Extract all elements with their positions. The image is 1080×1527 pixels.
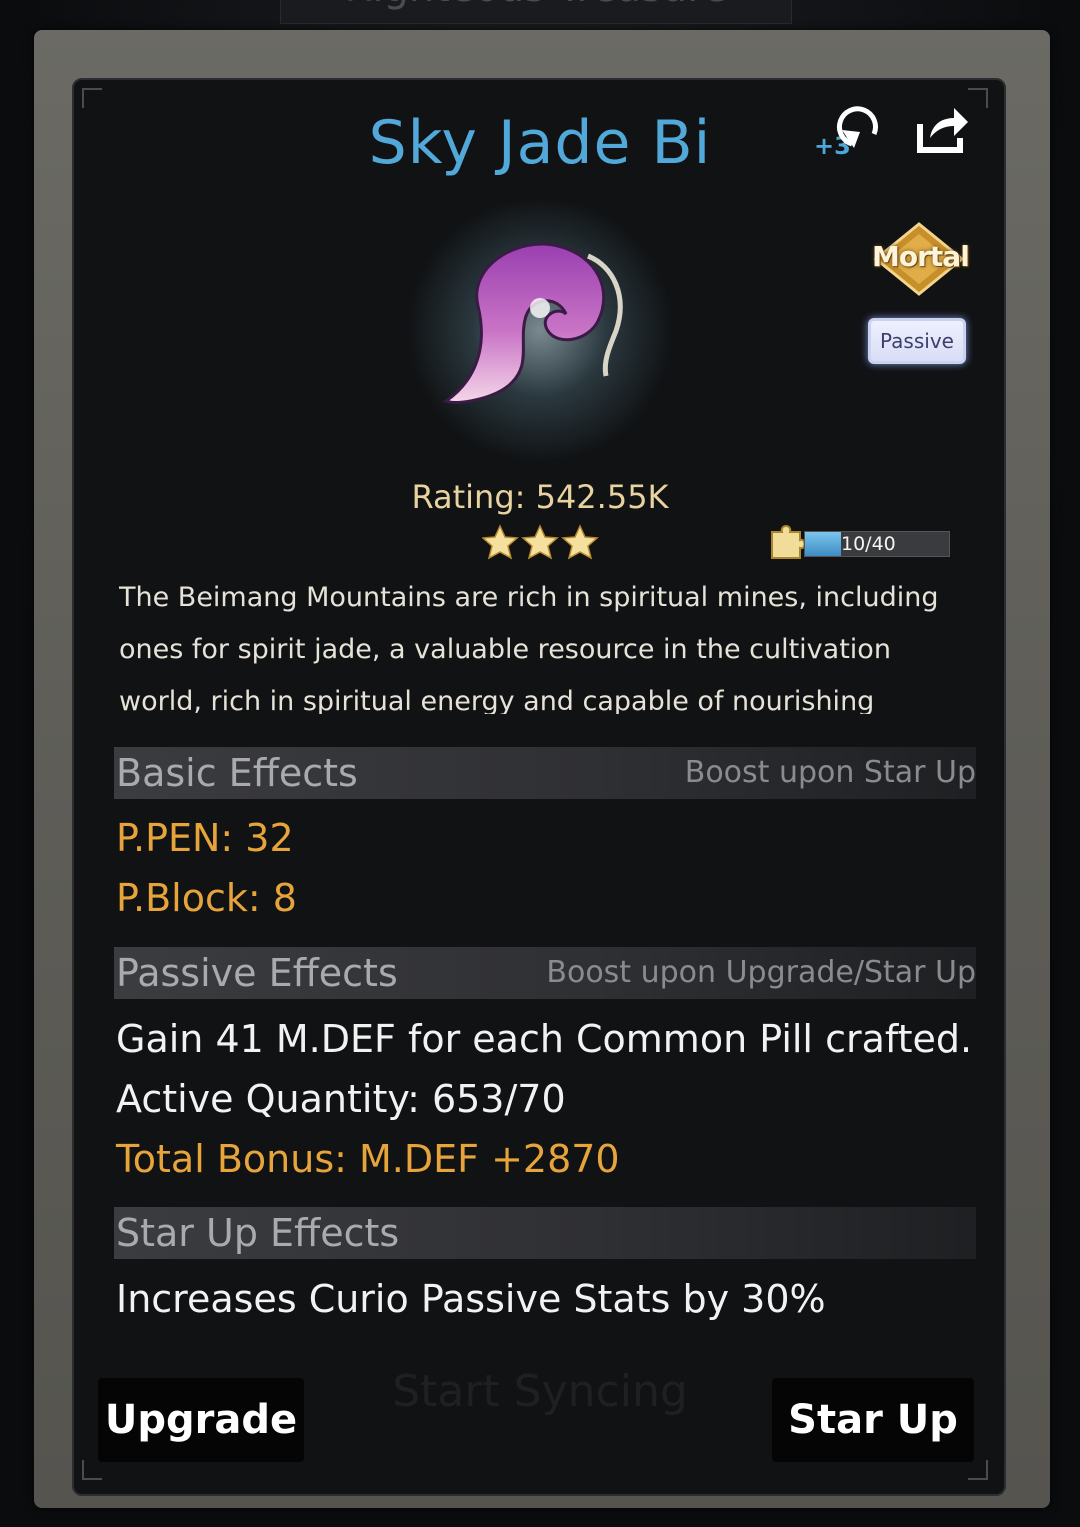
star-rating [482,524,599,560]
jade-curio-image [442,242,623,405]
star-icon [561,524,599,560]
item-description: The Beimang Mountains are rich in spirit… [119,582,939,714]
star-icon [482,524,519,560]
background-title: Righteous Treasure [281,0,791,11]
basic-effects-note: Boost upon Star Up [684,755,976,790]
corner-ornament [82,88,102,108]
star-up-effects-header: Star Up Effects [114,1207,976,1259]
rank-label: Mortal [872,240,970,273]
rating-value: Rating: 542.55K [411,478,669,516]
puzzle-piece-icon [771,525,806,559]
item-name: Sky Jade Bi [368,108,712,178]
stat-p-block: P.Block: 8 [116,876,297,920]
star-icon [521,524,559,560]
fragment-progress-bar: 10/40 [804,531,950,557]
stat-p-pen: P.PEN: 32 [116,816,294,860]
share-icon[interactable] [914,104,970,156]
total-bonus: Total Bonus: M.DEF +2870 [116,1137,620,1181]
active-quantity: Active Quantity: 653/70 [116,1077,566,1121]
cycle-label: +3 [814,132,851,160]
corner-ornament [968,88,988,108]
passive-effects-title: Passive Effects [116,951,398,995]
corner-ornament [968,1460,988,1480]
passive-tag: Passive [868,318,966,364]
fragment-progress-fill [805,532,841,556]
passive-effect-text: Gain 41 M.DEF for each Common Pill craft… [116,1017,973,1061]
basic-effects-header: Basic Effects Boost upon Star Up [114,747,976,799]
star-up-effects-title: Star Up Effects [116,1211,400,1255]
passive-effects-note: Boost upon Upgrade/Star Up [546,955,976,990]
background-header: Righteous Treasure [280,0,792,24]
start-syncing-ghost-label: Start Syncing [392,1366,688,1417]
upgrade-button[interactable]: Upgrade [98,1378,304,1462]
rank-badge: Mortal [872,222,970,296]
passive-effects-header: Passive Effects Boost upon Upgrade/Star … [114,947,976,999]
star-up-button[interactable]: Star Up [772,1378,974,1462]
corner-ornament [82,1460,102,1480]
star-up-effect-text: Increases Curio Passive Stats by 30% [116,1277,826,1321]
cycle-icon[interactable]: +3 [812,104,886,162]
fragment-count: 10/40 [841,533,896,555]
basic-effects-title: Basic Effects [116,751,358,795]
